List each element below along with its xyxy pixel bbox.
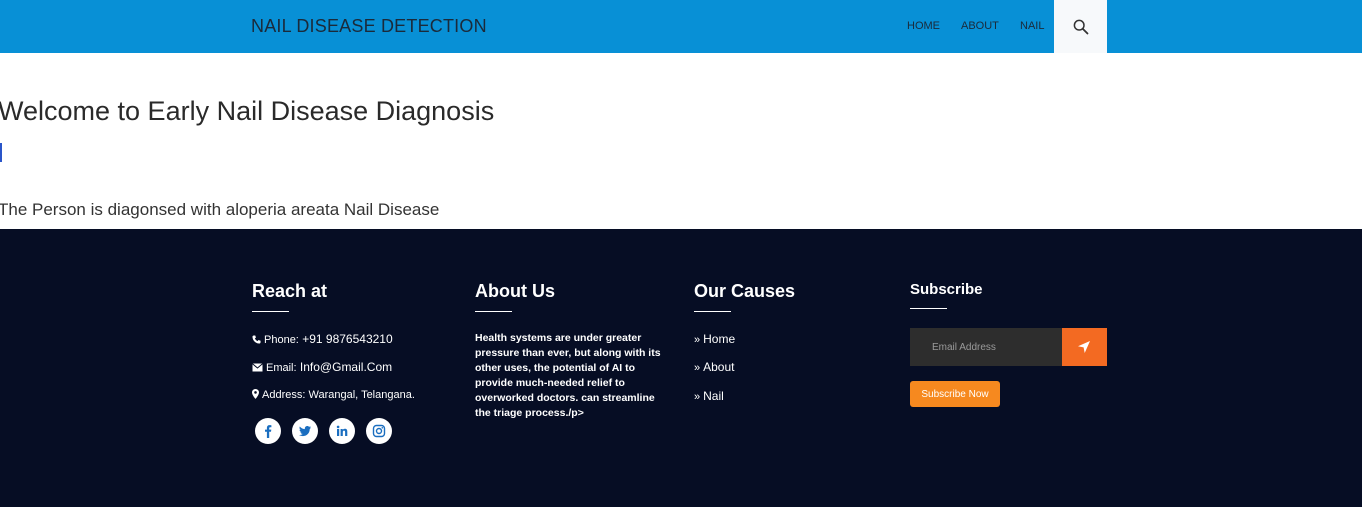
diagnosis-result: The Person is diagonsed with aloperia ar… (0, 200, 440, 219)
subscribe-underline (910, 308, 947, 309)
about-heading: About Us (475, 281, 555, 301)
address-line: Address: Warangal, Telangana. (252, 389, 415, 401)
footer-link-label: Home (703, 332, 736, 346)
twitter-icon (299, 426, 311, 437)
instagram-link[interactable] (366, 418, 392, 444)
map-marker-icon (252, 389, 259, 399)
linkedin-icon (336, 425, 348, 436)
footer-link-nail[interactable]: » Nail (694, 389, 724, 403)
email-field-wrapper (910, 328, 1062, 366)
search-button[interactable] (1054, 0, 1107, 53)
phone-label: Phone: (264, 334, 299, 346)
instagram-icon (372, 424, 386, 438)
location-arrow-icon (1078, 341, 1090, 353)
page-title: Welcome to Early Nail Disease Diagnosis (0, 96, 495, 126)
address-label: Address: (262, 389, 306, 401)
causes-underline (694, 311, 731, 312)
address-value: Warangal, Telangana. (308, 389, 415, 401)
footer-link-home[interactable]: » Home (694, 332, 735, 346)
nav-home[interactable]: HOME (907, 20, 940, 32)
about-underline (475, 311, 512, 312)
email-input[interactable] (910, 328, 1062, 366)
send-button[interactable] (1062, 328, 1107, 366)
email-value: Info@Gmail.Com (299, 360, 393, 374)
twitter-link[interactable] (292, 418, 318, 444)
email-label: Email: (266, 362, 297, 374)
phone-icon (252, 335, 261, 344)
reach-underline (252, 311, 289, 312)
reach-heading: Reach at (252, 281, 328, 301)
top-navbar: NAIL DISEASE DETECTION HOME ABOUT NAIL (0, 0, 1362, 53)
subscribe-now-button[interactable]: Subscribe Now (910, 381, 1000, 407)
footer-link-label: Nail (703, 389, 724, 403)
double-chevron-right-icon: » (694, 391, 701, 403)
search-icon (1073, 19, 1089, 35)
linkedin-link[interactable] (329, 418, 355, 444)
phone-value: +91 9876543210 (302, 332, 393, 346)
brand-title[interactable]: NAIL DISEASE DETECTION (251, 16, 487, 37)
footer: Reach at Phone: +91 9876543210 Email: In… (0, 229, 1362, 507)
phone-line: Phone: +91 9876543210 (252, 332, 393, 346)
footer-link-about[interactable]: » About (694, 360, 734, 374)
email-line: Email: Info@Gmail.Com (252, 360, 392, 374)
facebook-icon (265, 425, 272, 438)
about-text: Health systems are under greater pressur… (475, 332, 661, 419)
subscribe-heading: Subscribe (910, 281, 983, 298)
footer-link-label: About (703, 360, 735, 374)
facebook-link[interactable] (255, 418, 281, 444)
causes-heading: Our Causes (694, 281, 796, 301)
double-chevron-right-icon: » (694, 362, 701, 374)
nav-about[interactable]: ABOUT (961, 20, 999, 32)
envelope-icon (252, 363, 263, 372)
nav-nail[interactable]: NAIL (1020, 20, 1044, 32)
double-chevron-right-icon: » (694, 334, 701, 346)
title-accent-bar (0, 143, 2, 162)
